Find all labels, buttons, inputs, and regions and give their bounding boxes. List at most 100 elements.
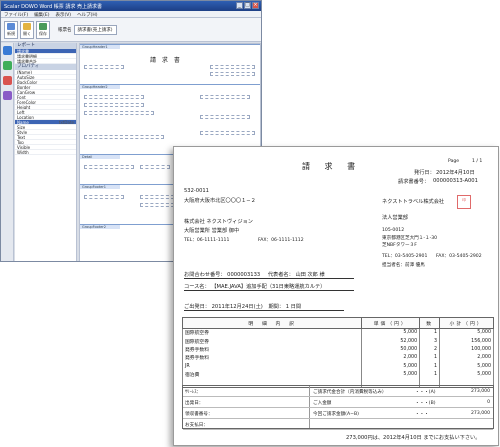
- cell-qty: 1: [419, 370, 441, 379]
- cell-price: 50,000: [361, 345, 421, 354]
- table-row: 発券手数料 50,000 2 100,000: [181, 345, 494, 354]
- summary-row: 領収書番号： 今回ご請求金額(A−B) ・・・ 273,000: [183, 408, 493, 419]
- report-name-field[interactable]: 請求書(売上請求): [73, 24, 117, 35]
- invoice-preview: 請 求 書 Page 1 / 1 発行日： 2012年4月10日 請求書番号： …: [173, 146, 499, 446]
- cell-item: JR: [181, 362, 363, 371]
- summary-mark: ・・・(B): [415, 401, 436, 406]
- menu-view[interactable]: 表示(V): [55, 12, 71, 18]
- save-icon: [39, 22, 47, 30]
- rep-label: 代表者名：: [267, 272, 294, 278]
- issuer-address-1: 東京都港区芝大門１-１-30: [382, 236, 438, 241]
- designer-toolbar: 新規 開く 保存 帳票名 請求書(売上請求): [1, 18, 261, 42]
- invoice-no: 000000313-A001: [433, 178, 478, 184]
- open-button[interactable]: 開く: [20, 20, 34, 39]
- menu-file[interactable]: ファイル(F): [4, 12, 28, 18]
- print-tool-icon[interactable]: [3, 91, 12, 100]
- summary-left: お支払日：: [185, 423, 208, 428]
- minimize-button[interactable]: _: [236, 2, 243, 9]
- rep-name: 山田 次郎 様: [295, 272, 325, 278]
- property-name: Width: [17, 150, 29, 155]
- summary-mid: ご請求代金合計（内消費税等込み）: [313, 390, 387, 395]
- report-tool-icon[interactable]: [3, 46, 12, 55]
- summary-mark: ・・・(A): [415, 390, 436, 395]
- cell-subtotal: 100,000: [439, 345, 494, 354]
- summary-mark: ・・・: [415, 412, 429, 417]
- summary-left: 出発日：: [185, 401, 204, 406]
- customer-postal: 532-0011: [184, 188, 209, 194]
- save-button[interactable]: 保存: [36, 20, 50, 39]
- issuer-company: ネクストトラベル株式会社: [382, 199, 445, 205]
- summary-amount: 273,000: [471, 411, 490, 416]
- depart-value: 2011年12月24日(土): [211, 304, 263, 310]
- cell-qty: 1: [419, 353, 441, 363]
- cell-item: 宿泊費: [181, 370, 363, 379]
- report-name-label: 帳票名: [58, 27, 72, 33]
- cell-price: 52,000: [361, 336, 421, 346]
- menu-edit[interactable]: 編集(E): [34, 12, 49, 18]
- close-button[interactable]: ×: [252, 2, 259, 9]
- inquiry-label: お問合わせ番号：: [184, 272, 226, 278]
- band-group-header-2[interactable]: GroupHeader2: [80, 84, 260, 154]
- property-name: BackColor: [17, 80, 38, 85]
- cell-qty: 1: [419, 328, 441, 337]
- cell-subtotal: 5,000: [439, 328, 494, 337]
- property-name: Height: [17, 105, 31, 110]
- header-unit-price: 単価（円）: [361, 317, 421, 329]
- cell-subtotal: 2,000: [439, 353, 494, 363]
- canvas-title: 請 求 書: [150, 57, 182, 64]
- report-tree-item-label: 請求書明細: [17, 54, 37, 59]
- summary-mid: 今回ご請求金額(A−B): [313, 412, 359, 417]
- new-button-label: 新規: [7, 30, 15, 36]
- cell-price: 5,000: [361, 328, 421, 337]
- issuer-fax: FAX：03-5405-2902: [436, 254, 482, 259]
- cell-qty: 3: [419, 336, 441, 346]
- table-row: JR 5,000 1 5,000: [181, 362, 494, 371]
- band-label: GroupHeader1: [80, 45, 120, 49]
- menu-help[interactable]: ヘルプ(H): [77, 12, 97, 18]
- maximize-button[interactable]: □: [244, 2, 251, 9]
- cell-qty: 2: [419, 345, 441, 354]
- issue-date-label: 発行日：: [414, 170, 435, 176]
- cell-subtotal: 5,000: [439, 370, 494, 379]
- customer-fax: FAX：06-1111-1112: [258, 238, 304, 243]
- inquiry-line: お問合わせ番号： 0000003133 代表者名： 山田 次郎 様: [184, 271, 354, 279]
- report-tree-item-label: 請求書: [17, 49, 29, 54]
- report-tree-item-label: 請求書合計: [17, 59, 37, 64]
- customer-tel: TEL：06-1111-1111: [184, 238, 230, 243]
- invoice-items-table: 明 細 内 訳 単価（円） 数 小計（円） 国際航空券 5,000 1 5,000 国際…: [181, 317, 494, 388]
- new-button[interactable]: 新規: [4, 20, 18, 39]
- property-name: Border: [17, 85, 31, 90]
- issuer-dept: 法人営業部: [382, 215, 408, 221]
- issuer-postal: 105-0012: [382, 228, 405, 233]
- new-file-icon: [7, 22, 15, 30]
- period-value: 1 日間: [285, 304, 302, 310]
- open-folder-icon: [23, 22, 31, 30]
- summary-row: ｻﾘｰﾚｽ： ご請求代金合計（内消費税等込み） ・・・(A) 273,000: [183, 386, 493, 397]
- band-label: Detail: [80, 155, 120, 159]
- property-value[interactable]: txtDate: [59, 120, 74, 124]
- band-group-header-1[interactable]: GroupHeader1 請 求 書: [80, 44, 260, 84]
- preview-tool-icon[interactable]: [3, 76, 12, 85]
- property-name: Text: [17, 135, 26, 140]
- invoice-title: 請 求 書: [302, 162, 362, 171]
- page-value: 1 / 1: [472, 159, 483, 164]
- property-name: (Name): [17, 70, 32, 75]
- issuer-rep: 担当者名：前澤 優馬: [382, 263, 425, 268]
- property-row[interactable]: Width: [15, 150, 76, 155]
- cell-item: 国際航空券: [181, 336, 363, 346]
- issue-date: 2012年4月10日: [436, 170, 475, 176]
- band-label: GroupFooter2: [80, 225, 120, 229]
- table-row: 国際航空券 5,000 1 5,000: [181, 328, 494, 337]
- footer-note: 273,000円は、2012年4月10日 までにお支払い下さい。: [346, 435, 481, 441]
- property-name: Name: [17, 120, 29, 125]
- customer-address: 大阪府大阪市北区〇〇〇１−２: [184, 198, 256, 204]
- cell-price: 2,000: [361, 353, 421, 363]
- table-row: 国際航空券 52,000 3 156,000: [181, 336, 494, 346]
- property-name: Style: [17, 130, 28, 135]
- table-row: 宿泊費 5,000 1 5,000: [181, 370, 494, 379]
- designer-title: Scalar DOWO Word 帳票 請求 売上請求書: [4, 4, 102, 10]
- data-tool-icon[interactable]: [3, 61, 12, 70]
- header-qty: 数: [419, 317, 441, 329]
- cell-subtotal: 5,000: [439, 362, 494, 371]
- period-label: 期間：: [268, 304, 285, 310]
